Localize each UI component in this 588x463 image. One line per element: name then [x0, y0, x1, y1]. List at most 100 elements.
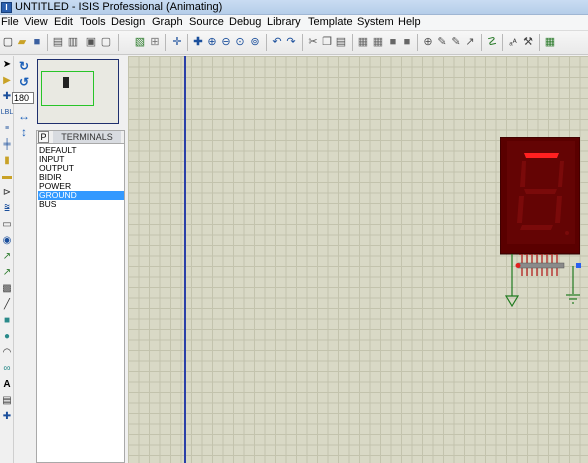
- wire-label-icon[interactable]: LBL: [0, 106, 14, 120]
- pin-header-bar: [517, 262, 565, 269]
- zoom-in-icon[interactable]: ⊕: [205, 35, 219, 50]
- cut-icon[interactable]: ✂: [306, 35, 320, 50]
- path-icon[interactable]: ∞: [0, 362, 14, 376]
- virtual-instrument-icon[interactable]: ▩: [0, 282, 14, 296]
- device-pins-icon[interactable]: ⊳: [0, 186, 14, 200]
- voltage-probe-icon[interactable]: ↗: [0, 250, 14, 264]
- block-delete-icon[interactable]: ■: [400, 35, 414, 50]
- text-script-icon[interactable]: ≡: [0, 122, 14, 136]
- make-device-icon[interactable]: ✎: [435, 35, 449, 50]
- rotate-ccw-icon[interactable]: ↺: [17, 75, 31, 89]
- current-probe-icon[interactable]: ↗: [0, 266, 14, 280]
- grid-icon[interactable]: ⊞: [148, 35, 162, 50]
- search-tag-icon[interactable]: ₐᴬ: [506, 35, 520, 50]
- line-icon[interactable]: ╱: [0, 298, 14, 312]
- import-icon[interactable]: ▤: [51, 35, 65, 50]
- toolbar-separator: [165, 34, 166, 51]
- graph-mode-icon[interactable]: ⩰: [0, 202, 14, 216]
- zoom-area-icon[interactable]: ⊚: [248, 35, 262, 50]
- menu-view[interactable]: View: [24, 16, 48, 28]
- text-icon[interactable]: A: [0, 378, 14, 392]
- block-move-icon[interactable]: ▦: [371, 35, 385, 50]
- menu-template[interactable]: Template: [308, 16, 353, 28]
- device-selector: P TERMINALS DEFAULT INPUT OUTPUT BIDIR P…: [36, 130, 125, 463]
- menu-graph[interactable]: Graph: [152, 16, 183, 28]
- menu-tools[interactable]: Tools: [80, 16, 106, 28]
- circle-icon[interactable]: ●: [0, 330, 14, 344]
- export-icon[interactable]: ▥: [66, 35, 80, 50]
- copy-icon[interactable]: ❐: [320, 35, 334, 50]
- undo-icon[interactable]: ↶: [270, 35, 284, 50]
- new-icon[interactable]: ▢: [1, 35, 15, 50]
- component-mode-icon[interactable]: ▶: [0, 74, 14, 88]
- device-selector-header: P TERMINALS: [37, 131, 124, 144]
- decompose-icon[interactable]: ↗: [463, 35, 477, 50]
- segment-d: [520, 225, 553, 230]
- title-bar: I UNTITLED - ISIS Professional (Animatin…: [0, 0, 588, 15]
- packaging-icon[interactable]: ✎: [449, 35, 463, 50]
- ground-terminal-left: [504, 254, 520, 308]
- menu-library[interactable]: Library: [267, 16, 301, 28]
- toolbar-separator: [502, 34, 503, 51]
- design-explorer-icon[interactable]: ▦: [543, 35, 557, 50]
- pin-state-indicator: [576, 263, 581, 268]
- ground-terminal-right: [566, 266, 580, 304]
- terminals-mode-icon[interactable]: ▬: [0, 170, 14, 184]
- menu-design[interactable]: Design: [111, 16, 145, 28]
- toolbar-separator: [47, 34, 48, 51]
- pick-devices-button[interactable]: P: [38, 131, 49, 143]
- mirror-horizontal-icon[interactable]: ↔: [17, 109, 31, 123]
- sheet-border-line: [184, 56, 186, 463]
- open-icon[interactable]: ▰: [15, 35, 29, 50]
- segment-g: [524, 189, 557, 194]
- arc-icon[interactable]: ◠: [0, 346, 14, 360]
- segment-dp: [565, 231, 569, 235]
- save-icon[interactable]: ■: [30, 35, 44, 50]
- display-wiring: [504, 254, 581, 308]
- paste-icon[interactable]: ▤: [334, 35, 348, 50]
- seven-segment-display[interactable]: [500, 137, 580, 255]
- generator-icon[interactable]: ◉: [0, 234, 14, 248]
- menu-edit[interactable]: Edit: [54, 16, 73, 28]
- zoom-all-icon[interactable]: ⊙: [233, 35, 247, 50]
- overview-window[interactable]: [37, 59, 119, 124]
- origin-icon[interactable]: ✛: [170, 35, 184, 50]
- wire-autorouter-icon[interactable]: ☡: [485, 35, 499, 50]
- mode-toolbar: ➤ ▶ ✚ LBL ≡ ╪ ▮ ▬ ⊳ ⩰ ▭ ◉ ↗ ↗ ▩ ╱ ■ ● ◠ …: [0, 56, 14, 463]
- pick-device-icon[interactable]: ⊕: [421, 35, 435, 50]
- terminal-item-bus[interactable]: BUS: [38, 200, 124, 209]
- print-icon[interactable]: ▣: [84, 35, 98, 50]
- print-area-icon[interactable]: ▢: [99, 35, 113, 50]
- rotate-cw-icon[interactable]: ↻: [17, 59, 31, 73]
- subcircuit-icon[interactable]: ▮: [0, 154, 14, 168]
- toolbar-separator: [302, 34, 303, 51]
- pan-icon[interactable]: ✚: [191, 35, 205, 50]
- toolbar-separator: [187, 34, 188, 51]
- isis-app-icon: I: [1, 2, 12, 13]
- box-icon[interactable]: ■: [0, 314, 14, 328]
- refresh-icon[interactable]: ▧: [133, 35, 147, 50]
- menu-bar: File View Edit Tools Design Graph Source…: [0, 15, 588, 31]
- redo-icon[interactable]: ↷: [284, 35, 298, 50]
- zoom-out-icon[interactable]: ⊖: [219, 35, 233, 50]
- block-copy-icon[interactable]: ▦: [356, 35, 370, 50]
- symbol-icon[interactable]: ▤: [0, 394, 14, 408]
- bus-icon[interactable]: ╪: [0, 138, 14, 152]
- selection-mode-icon[interactable]: ➤: [0, 58, 14, 72]
- tape-recorder-icon[interactable]: ▭: [0, 218, 14, 232]
- property-assign-icon[interactable]: ⚒: [521, 35, 535, 50]
- block-rotate-icon[interactable]: ■: [386, 35, 400, 50]
- toolbar-separator: [539, 34, 540, 51]
- marker-icon[interactable]: ✚: [0, 410, 14, 424]
- menu-source[interactable]: Source: [189, 16, 224, 28]
- menu-file[interactable]: File: [1, 16, 19, 28]
- segment-a: [524, 153, 559, 158]
- toolbar-separator: [118, 34, 119, 51]
- toolbar-separator: [417, 34, 418, 51]
- menu-debug[interactable]: Debug: [229, 16, 261, 28]
- menu-system[interactable]: System: [357, 16, 394, 28]
- menu-help[interactable]: Help: [398, 16, 421, 28]
- window-title: UNTITLED - ISIS Professional (Animating): [15, 1, 223, 13]
- rotation-field[interactable]: 180: [12, 92, 34, 104]
- mirror-vertical-icon[interactable]: ↕: [17, 125, 31, 139]
